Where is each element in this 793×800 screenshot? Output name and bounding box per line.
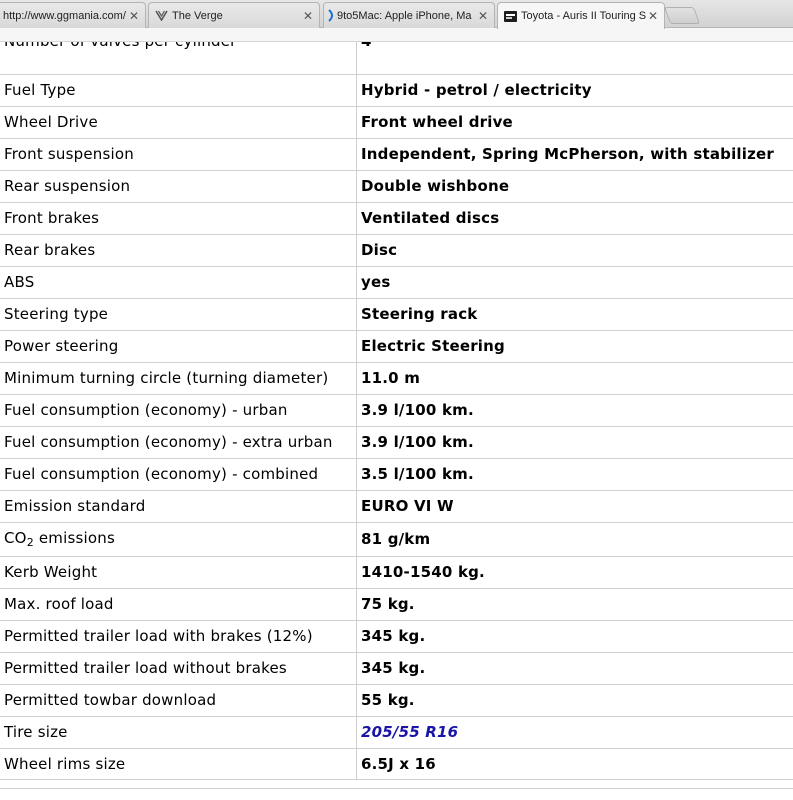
spec-label: ABS — [0, 266, 357, 299]
spec-label: Max. roof load — [0, 588, 357, 621]
spec-row: ABS yes — [0, 266, 793, 299]
spec-value: Disc — [356, 234, 793, 267]
spec-row: Fuel consumption (economy) - combined 3.… — [0, 458, 793, 491]
specifications-table: Number of valves per cylinder 4 Fuel Typ… — [0, 42, 793, 780]
spec-label: Permitted trailer load with brakes (12%) — [0, 620, 357, 653]
spec-row: Front brakes Ventilated discs — [0, 202, 793, 235]
spec-label: Fuel consumption (economy) - combined — [0, 458, 357, 491]
spec-label: Front brakes — [0, 202, 357, 235]
tire-size-link[interactable]: 205/55 R16 — [361, 723, 458, 741]
spec-label: CO2 emissions — [0, 522, 357, 557]
spec-row: Power steering Electric Steering — [0, 330, 793, 363]
spec-label: Steering type — [0, 298, 357, 331]
spec-row: Permitted trailer load without brakes 34… — [0, 652, 793, 685]
9to5mac-logo-icon — [328, 9, 336, 22]
tab-9to5mac[interactable]: 9to5Mac: Apple iPhone, Ma ✕ — [323, 2, 495, 28]
spec-label: Wheel Drive — [0, 106, 357, 139]
spec-row: Number of valves per cylinder 4 — [0, 42, 793, 75]
spec-label: Front suspension — [0, 138, 357, 171]
spec-row: Emission standard EURO VI W — [0, 490, 793, 523]
spec-value: 55 kg. — [356, 684, 793, 717]
spec-value: 3.9 l/100 km. — [356, 426, 793, 459]
tab-title: 9to5Mac: Apple iPhone, Ma — [337, 9, 472, 22]
spec-value: Hybrid - petrol / electricity — [356, 74, 793, 107]
spec-label: Permitted trailer load without brakes — [0, 652, 357, 685]
tab-title: Toyota - Auris II Touring Sp — [521, 10, 646, 22]
new-tab-button[interactable] — [663, 7, 701, 24]
tab-title: The Verge — [172, 9, 223, 22]
close-icon[interactable]: ✕ — [646, 9, 660, 23]
spec-row: CO2 emissions 81 g/km — [0, 522, 793, 557]
tab-toyota-auris[interactable]: Toyota - Auris II Touring Sp ✕ — [497, 2, 665, 29]
spec-label: Fuel consumption (economy) - urban — [0, 394, 357, 427]
spec-label: Fuel Type — [0, 74, 357, 107]
spec-value: Double wishbone — [356, 170, 793, 203]
tab-the-verge[interactable]: The Verge ✕ — [148, 2, 320, 28]
spec-value: 75 kg. — [356, 588, 793, 621]
spec-label: Emission standard — [0, 490, 357, 523]
verge-logo-icon — [155, 9, 168, 22]
spec-row: Tire size 205/55 R16 — [0, 716, 793, 749]
spec-row: Kerb Weight 1410-1540 kg. — [0, 556, 793, 589]
spec-row: Fuel consumption (economy) - urban 3.9 l… — [0, 394, 793, 427]
spec-value: Steering rack — [356, 298, 793, 331]
spec-value: yes — [356, 266, 793, 299]
spec-row: Wheel Drive Front wheel drive — [0, 106, 793, 139]
spec-label: Fuel consumption (economy) - extra urban — [0, 426, 357, 459]
spec-value: 4 — [356, 42, 793, 75]
spec-row: Fuel consumption (economy) - extra urban… — [0, 426, 793, 459]
spec-value: 1410-1540 kg. — [356, 556, 793, 589]
spec-value: Independent, Spring McPherson, with stab… — [356, 138, 793, 171]
spec-value: 3.9 l/100 km. — [356, 394, 793, 427]
spec-label: Kerb Weight — [0, 556, 357, 589]
spec-value: 6.5J x 16 — [356, 748, 793, 780]
spec-row: Wheel rims size 6.5J x 16 — [0, 748, 793, 780]
spec-value: 345 kg. — [356, 620, 793, 653]
spec-row: Fuel Type Hybrid - petrol / electricity — [0, 74, 793, 107]
spec-label: Minimum turning circle (turning diameter… — [0, 362, 357, 395]
close-icon[interactable]: ✕ — [301, 9, 315, 23]
tab-ggmania[interactable]: http://www.ggmania.com/ · ✕ — [0, 2, 146, 28]
spec-value: 345 kg. — [356, 652, 793, 685]
spec-row: Max. roof load 75 kg. — [0, 588, 793, 621]
close-icon[interactable]: ✕ — [476, 9, 490, 23]
spec-row: Permitted towbar download 55 kg. — [0, 684, 793, 717]
spec-label: Number of valves per cylinder — [0, 42, 357, 75]
spec-label: Power steering — [0, 330, 357, 363]
toolbar-strip — [0, 28, 793, 42]
spec-value: Ventilated discs — [356, 202, 793, 235]
spec-label: Rear suspension — [0, 170, 357, 203]
spec-row: Rear suspension Double wishbone — [0, 170, 793, 203]
spec-value: 11.0 m — [356, 362, 793, 395]
spec-value: Electric Steering — [356, 330, 793, 363]
tab-title: http://www.ggmania.com/ · — [3, 9, 127, 22]
spec-value: Front wheel drive — [356, 106, 793, 139]
spec-row: Steering type Steering rack — [0, 298, 793, 331]
close-icon[interactable]: ✕ — [127, 9, 141, 23]
spec-label: Tire size — [0, 716, 357, 749]
spec-row: Rear brakes Disc — [0, 234, 793, 267]
spec-label: Permitted towbar download — [0, 684, 357, 717]
auto-data-logo-icon — [504, 10, 517, 23]
spec-value: 3.5 l/100 km. — [356, 458, 793, 491]
spec-value: 205/55 R16 — [356, 716, 793, 749]
spec-row: Permitted trailer load with brakes (12%)… — [0, 620, 793, 653]
spec-label: Wheel rims size — [0, 748, 357, 780]
spec-value: 81 g/km — [356, 522, 793, 557]
tab-bar: http://www.ggmania.com/ · ✕ The Verge ✕ … — [0, 0, 793, 29]
divider — [0, 788, 793, 789]
spec-row: Front suspension Independent, Spring McP… — [0, 138, 793, 171]
spec-label: Rear brakes — [0, 234, 357, 267]
spec-value: EURO VI W — [356, 490, 793, 523]
spec-row: Minimum turning circle (turning diameter… — [0, 362, 793, 395]
